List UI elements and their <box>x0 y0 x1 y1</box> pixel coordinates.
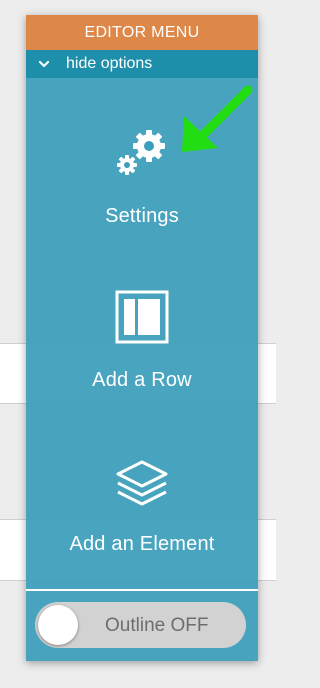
gears-icon <box>117 130 165 175</box>
outline-toggle[interactable]: Outline OFF <box>35 602 246 648</box>
layers-icon <box>116 460 168 506</box>
editor-menu-title: EDITOR MENU <box>26 15 258 50</box>
settings-label: Settings <box>105 205 179 227</box>
add-element-label: Add an Element <box>69 533 215 555</box>
layout-columns-icon <box>115 290 169 344</box>
add-element-button[interactable]: Add an Element <box>26 408 258 588</box>
hide-options-label: hide options <box>66 55 153 72</box>
add-row-button[interactable]: Add a Row <box>26 248 258 408</box>
hide-options-button[interactable]: hide options <box>26 50 258 78</box>
toggle-knob[interactable] <box>38 605 78 645</box>
menu-divider <box>26 589 258 591</box>
add-row-label: Add a Row <box>92 369 192 391</box>
outline-toggle-label: Outline OFF <box>105 615 209 636</box>
chevron-down-icon <box>38 60 50 68</box>
annotation-arrow-icon <box>182 85 253 152</box>
